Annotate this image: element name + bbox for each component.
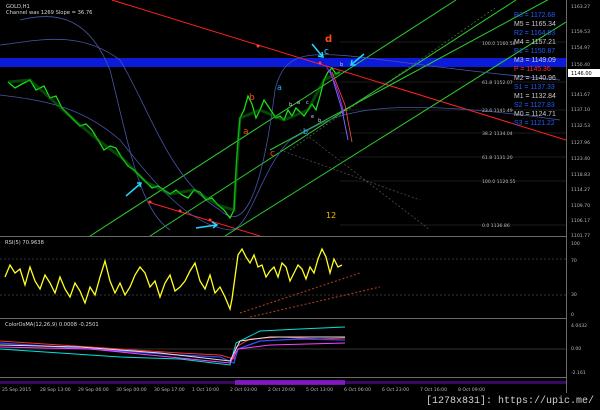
svg-text:4.0432: 4.0432 xyxy=(571,323,587,329)
svg-text:61.8 1152.07: 61.8 1152.07 xyxy=(482,80,513,86)
svg-text:1154.97: 1154.97 xyxy=(571,45,590,51)
svg-text:S2 = 1127.83: S2 = 1127.83 xyxy=(514,102,555,109)
osma-pane[interactable]: ColorOsMA(12,26,9) 0.0008 -0.2501 xyxy=(0,319,566,378)
price-chart-pane[interactable]: d c b a c a b 12 bac ebb 100.0 1160.58 6… xyxy=(0,0,566,237)
svg-text:38.2 1134.04: 38.2 1134.04 xyxy=(482,131,513,137)
svg-text:100.0 1120.55: 100.0 1120.55 xyxy=(482,179,516,185)
svg-text:0.0 1136.86: 0.0 1136.86 xyxy=(482,223,510,229)
lower-red-line xyxy=(147,201,261,236)
svg-text:23.6 1141.49: 23.6 1141.49 xyxy=(482,108,513,114)
svg-text:R1 = 1150.87: R1 = 1150.87 xyxy=(514,48,555,55)
wave-label-a2: a xyxy=(277,83,282,92)
svg-text:70: 70 xyxy=(571,258,577,264)
svg-text:S1 = 1137.33: S1 = 1137.33 xyxy=(514,84,555,91)
svg-text:1159.53: 1159.53 xyxy=(571,29,590,35)
svg-text:b: b xyxy=(340,62,343,68)
svg-text:-2.161: -2.161 xyxy=(571,370,586,376)
svg-text:R2 = 1164.53: R2 = 1164.53 xyxy=(514,30,555,37)
svg-text:1150.40: 1150.40 xyxy=(571,62,590,68)
svg-text:b: b xyxy=(318,118,321,124)
svg-text:1137.10: 1137.10 xyxy=(571,107,590,113)
svg-text:1141.67: 1141.67 xyxy=(571,92,590,98)
svg-text:S3 = 1121.22: S3 = 1121.22 xyxy=(514,120,555,127)
svg-text:30: 30 xyxy=(571,292,577,298)
rsi-svg: RSI(5) 70.9638 xyxy=(0,240,566,318)
rsi-title: RSI(5) 70.9638 xyxy=(5,240,44,246)
svg-text:1123.40: 1123.40 xyxy=(571,156,590,162)
wave-label-a: a xyxy=(243,127,249,137)
price-axis[interactable]: 1163.27 1159.53 1154.97 1150.40 1141.67 … xyxy=(566,0,600,410)
wave-label-d: d xyxy=(325,34,332,45)
svg-text:1109.70: 1109.70 xyxy=(571,203,590,209)
svg-text:c: c xyxy=(306,100,309,106)
svg-text:M5 = 1165.34: M5 = 1165.34 xyxy=(514,21,556,28)
wave-label-b: b xyxy=(249,93,255,103)
wave-count-label: 12 xyxy=(326,211,336,220)
svg-text:P = 1145.36: P = 1145.36 xyxy=(514,66,551,73)
price-axis-svg: 1163.27 1159.53 1154.97 1150.40 1141.67 … xyxy=(568,4,600,376)
chart-subtitle: Channel was 1269 Slope = 36.76 xyxy=(6,10,92,16)
svg-text:0.00: 0.00 xyxy=(571,346,581,352)
osma-title: ColorOsMA(12,26,9) 0.0008 -0.2501 xyxy=(5,322,99,328)
svg-text:1132.53: 1132.53 xyxy=(571,123,590,129)
svg-text:61.8 1131.20: 61.8 1131.20 xyxy=(482,155,513,161)
svg-text:1118.83: 1118.83 xyxy=(571,172,590,178)
rsi-line xyxy=(4,247,343,312)
bottom-indicator-pane[interactable]: 25 Sep 2015 28 Sep 13:00 29 Sep 06:00 30… xyxy=(0,378,566,393)
downtrend-line xyxy=(111,0,566,141)
svg-text:b: b xyxy=(289,102,292,108)
price-chart-svg: d c b a c a b 12 bac ebb 100.0 1160.58 6… xyxy=(0,0,566,236)
wave-label-c2: c xyxy=(270,149,275,159)
svg-text:1163.27: 1163.27 xyxy=(571,4,590,10)
svg-text:1101.77: 1101.77 xyxy=(571,233,590,239)
wave-label-c: c xyxy=(324,47,329,57)
svg-text:M0 = 1124.71: M0 = 1124.71 xyxy=(514,111,556,118)
watermark-text: [1278x831]: https://upic.me/ xyxy=(0,393,600,410)
svg-text:M2 = 1140.96: M2 = 1140.96 xyxy=(514,75,556,82)
svg-text:R3 = 1172.68: R3 = 1172.68 xyxy=(514,12,555,19)
svg-text:1114.27: 1114.27 xyxy=(571,187,590,193)
resistance-band xyxy=(0,58,566,67)
osma-svg: ColorOsMA(12,26,9) 0.0008 -0.2501 xyxy=(0,322,566,366)
svg-text:0: 0 xyxy=(571,312,574,318)
svg-text:e: e xyxy=(311,114,314,120)
svg-text:100: 100 xyxy=(571,241,580,247)
wave-label-b2: b xyxy=(303,127,308,136)
rsi-pane[interactable]: RSI(5) 70.9638 xyxy=(0,237,566,319)
svg-text:1106.17: 1106.17 xyxy=(571,218,590,224)
svg-text:100.0 1160.58: 100.0 1160.58 xyxy=(482,41,516,47)
svg-text:1127.96: 1127.96 xyxy=(571,140,590,146)
last-price-tag: 1146.00 xyxy=(571,71,592,77)
svg-text:M1 = 1132.84: M1 = 1132.84 xyxy=(514,93,556,100)
svg-text:M3 = 1149.09: M3 = 1149.09 xyxy=(514,57,556,64)
svg-text:a: a xyxy=(297,100,300,106)
bottom-indicator-svg: 25 Sep 2015 28 Sep 13:00 29 Sep 06:00 30… xyxy=(0,380,566,393)
svg-text:M4 = 1157.21: M4 = 1157.21 xyxy=(514,39,556,46)
